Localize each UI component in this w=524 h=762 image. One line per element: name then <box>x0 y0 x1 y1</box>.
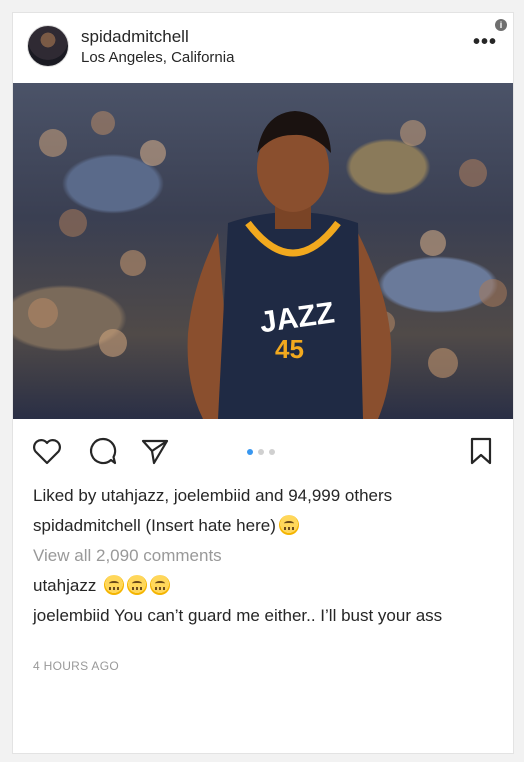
comment-username[interactable]: utahjazz <box>33 576 96 595</box>
likes-prefix: Liked by <box>33 486 102 505</box>
caption-text: (Insert hate here) <box>140 516 276 535</box>
post-photo[interactable]: JAZZ 45 <box>13 83 513 419</box>
post-header: spidadmitchell Los Angeles, California •… <box>13 13 513 79</box>
instagram-post-card: i spidadmitchell Los Angeles, California… <box>12 12 514 754</box>
comment-text <box>96 576 101 595</box>
avatar[interactable] <box>27 25 69 67</box>
carousel-dot-active <box>247 449 253 455</box>
carousel-dot <box>258 449 264 455</box>
post-timestamp: 4 HOURS AGO <box>33 659 119 673</box>
comment-username[interactable]: joelembiid <box>33 606 110 625</box>
likes-count[interactable]: 94,999 others <box>288 486 392 505</box>
comment-item: joelembiid You can’t guard me either.. I… <box>33 605 493 627</box>
comment-text: You can’t guard me either.. I’ll bust yo… <box>109 606 443 625</box>
caption-username[interactable]: spidadmitchell <box>33 516 141 535</box>
liker-joelembiid[interactable]: joelembiid <box>174 486 251 505</box>
zipper-mouth-emoji-icon <box>278 515 299 535</box>
likes-line: Liked by utahjazz, joelembiid and 94,999… <box>33 485 392 507</box>
likes-middle: and <box>250 486 289 505</box>
player-illustration: JAZZ 45 <box>28 111 507 419</box>
more-options-icon[interactable]: ••• <box>473 31 497 54</box>
carousel-dot <box>269 449 275 455</box>
comment-icon[interactable] <box>87 435 119 467</box>
share-icon[interactable] <box>139 435 171 467</box>
caption: spidadmitchell (Insert hate here) <box>33 515 299 537</box>
likes-sep: , <box>164 486 174 505</box>
bookmark-icon[interactable] <box>465 435 497 467</box>
header-location[interactable]: Los Angeles, California <box>81 49 234 66</box>
zipper-mouth-emoji-icon <box>127 575 148 595</box>
svg-text:45: 45 <box>275 334 304 364</box>
header-username[interactable]: spidadmitchell <box>81 27 189 47</box>
heart-icon[interactable] <box>31 435 63 467</box>
zipper-mouth-emoji-icon <box>150 575 171 595</box>
action-bar <box>13 419 513 483</box>
carousel-indicator <box>247 449 275 455</box>
comment-item: utahjazz <box>33 575 171 597</box>
view-all-comments-link[interactable]: View all 2,090 comments <box>33 545 222 567</box>
liker-utahjazz[interactable]: utahjazz <box>101 486 164 505</box>
zipper-mouth-emoji-icon <box>104 575 125 595</box>
